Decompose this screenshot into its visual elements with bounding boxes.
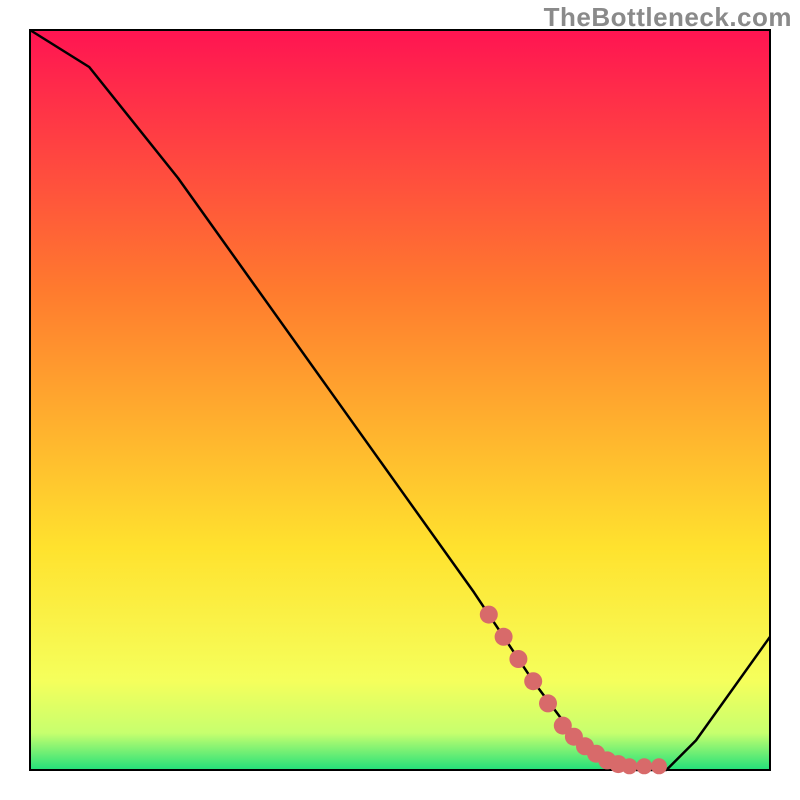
plot-background [30,30,770,770]
marker-dot [495,628,513,646]
marker-dot [651,758,667,774]
watermark-text: TheBottleneck.com [544,2,792,33]
chart-container: TheBottleneck.com [0,0,800,800]
marker-dot [524,672,542,690]
chart-svg [0,0,800,800]
marker-dot [480,606,498,624]
marker-dot [636,758,652,774]
marker-dot [509,650,527,668]
marker-dot [621,758,637,774]
marker-dot [539,694,557,712]
